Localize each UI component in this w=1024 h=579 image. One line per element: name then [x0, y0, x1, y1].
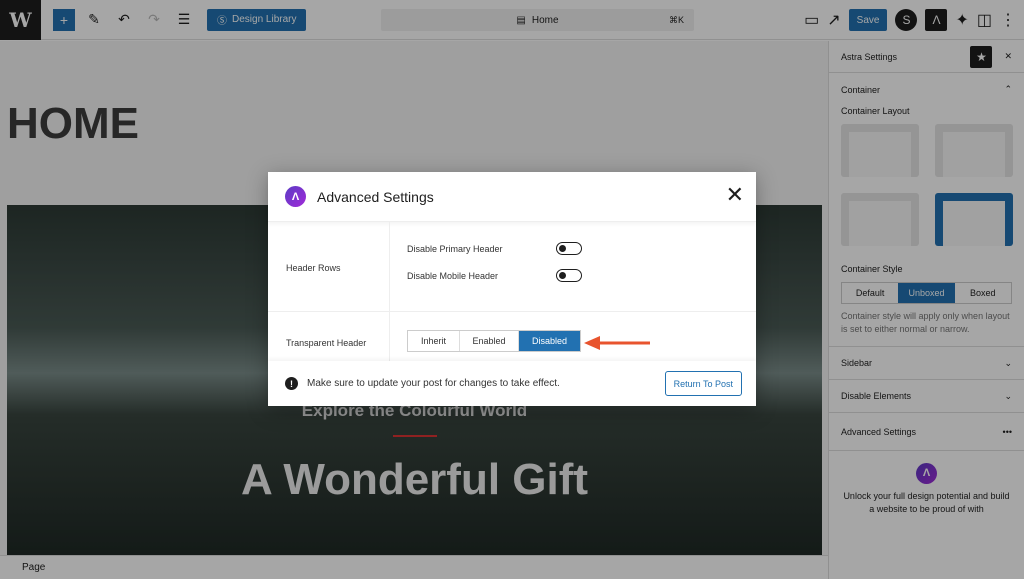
- transparent-header-group: Inherit Enabled Disabled: [407, 330, 581, 352]
- transparent-header-row: Transparent Header Inherit Enabled Disab…: [268, 312, 756, 362]
- modal-title: Advanced Settings: [317, 188, 434, 205]
- annotation-arrow-icon: [584, 336, 650, 350]
- option-disabled[interactable]: Disabled: [519, 331, 580, 351]
- transparent-header-label: Transparent Header: [286, 338, 367, 348]
- alert-icon: !: [285, 377, 298, 390]
- advanced-settings-modal: Λ Advanced Settings ✕ Header Rows Disable…: [268, 172, 756, 406]
- option-inherit[interactable]: Inherit: [408, 331, 460, 351]
- modal-footer: ! Make sure to update your post for chan…: [268, 361, 756, 406]
- disable-mobile-header-toggle[interactable]: [556, 269, 582, 282]
- header-rows-label: Header Rows: [286, 263, 341, 273]
- header-rows-row: Header Rows Disable Primary Header Disab…: [268, 222, 756, 312]
- option-enabled[interactable]: Enabled: [460, 331, 519, 351]
- return-to-post-button[interactable]: Return To Post: [664, 371, 742, 396]
- close-icon[interactable]: ✕: [726, 184, 744, 206]
- notice-text: Make sure to update your post for change…: [307, 378, 560, 389]
- toggle-label: Disable Mobile Header: [407, 271, 499, 281]
- astra-logo-icon: Λ: [285, 186, 306, 207]
- disable-primary-header-toggle[interactable]: [556, 242, 582, 255]
- toggle-label: Disable Primary Header: [407, 244, 503, 254]
